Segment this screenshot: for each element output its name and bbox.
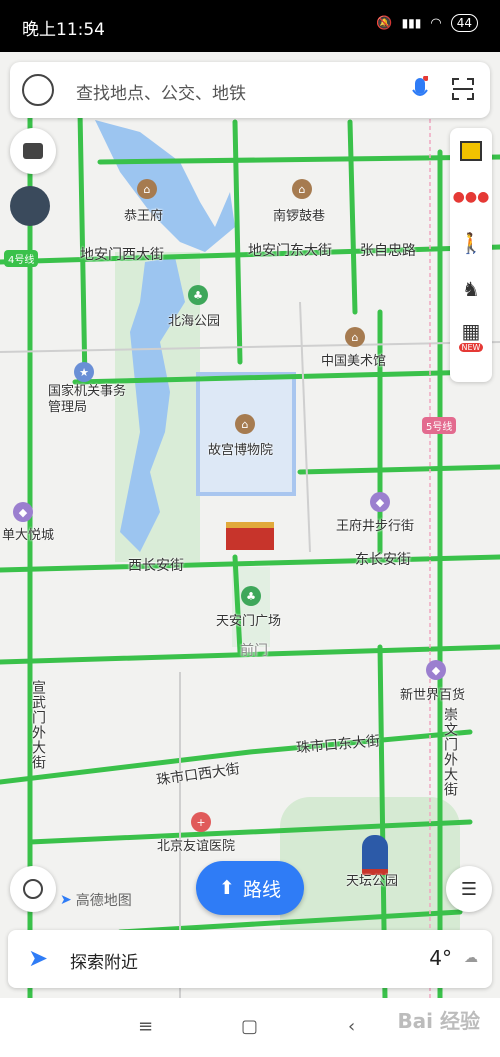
road-line [299,301,311,553]
app-logo: ➤ 高德地图 [60,890,132,910]
menu-key-icon[interactable]: ≡ [138,1016,153,1037]
poi-tiantan[interactable]: 天坛公园 [346,870,398,889]
poi-tiananmen[interactable]: 天安门广场 [216,610,281,629]
back-key-icon[interactable]: ‹ [348,1016,355,1037]
subway-line-badge: 4号线 [4,250,39,267]
layers-icon [460,141,482,161]
locate-icon [23,879,43,899]
bus-icon: ▦ [461,318,481,343]
list-button[interactable]: ☰ [446,866,492,912]
avatar[interactable] [22,74,54,106]
shopping-icon[interactable]: ◆ [13,502,33,522]
new-badge: NEW [458,342,484,352]
forbidden-city [196,372,296,496]
walk-button[interactable]: 🚶 [450,220,492,266]
road-label: 前门 [240,643,268,659]
status-bar: 晚上11:54 🔕 ▮▮▮ ◠ 44 [0,0,500,52]
route-label: 路线 [242,878,281,901]
mute-icon: 🔕 [376,15,393,31]
wifi-icon: ◠ [430,15,442,31]
weather-temp: 4° [429,946,452,970]
home-key-icon[interactable]: ▢ [241,1016,258,1037]
poi-xidanjoy[interactable]: 单大悦城 [2,524,54,543]
ride-button[interactable]: ♞ [450,266,492,312]
mic-icon[interactable] [412,76,428,104]
park-icon[interactable]: ♣ [241,586,261,606]
walk-icon: 🚶 [458,231,484,255]
park-icon[interactable]: ♣ [188,285,208,305]
houhai-lake [95,120,235,252]
poi-meishuguan[interactable]: 中国美术馆 [321,350,386,369]
poi-gongwangfu[interactable]: 恭王府 [124,205,163,224]
layers-button[interactable] [450,128,492,174]
map-view[interactable]: ⌂ 恭王府 ⌂ 南锣鼓巷 ♣ 北海公园 ⌂ 中国美术馆 ★ 国家机关事务管理局 … [0,52,500,998]
send-icon: ➤ [28,944,49,972]
horse-icon: ♞ [462,277,480,301]
route-button[interactable]: ⬆ 路线 [196,861,304,915]
traffic-button[interactable]: ●●● [450,174,492,220]
poi-youyi[interactable]: 北京友谊医院 [157,835,235,854]
road-label: 西长安街 [128,558,184,574]
logo-text: 高德地图 [75,893,132,909]
tiananmen-gate-icon[interactable] [226,522,274,550]
explore-card[interactable]: ➤ 探索附近 4° ☁ [8,930,492,988]
battery-icon: 44 [450,14,478,32]
poi-beihai[interactable]: 北海公园 [168,310,220,329]
road-line [0,341,500,353]
status-time: 晚上11:54 [22,20,105,40]
message-button[interactable] [10,128,56,174]
government-icon[interactable]: ★ [74,362,94,382]
map-toolbar: ●●● 🚶 ♞ ▦ NEW [450,128,492,382]
status-icons: 🔕 ▮▮▮ ◠ 44 [376,14,478,32]
landmark-icon[interactable]: ⌂ [345,327,365,347]
poi-newworld[interactable]: 新世界百货 [400,684,465,703]
signal-icon: ▮▮▮ [401,16,422,30]
road-line [297,464,500,475]
road-label: 宣武门外大街 [30,680,46,770]
hospital-icon[interactable]: + [191,812,211,832]
subway-line-badge: 5号线 [422,417,457,434]
poi-wangfujing[interactable]: 王府井步行街 [336,515,414,534]
temple-of-heaven-icon[interactable] [362,835,388,875]
landmark-icon[interactable]: ⌂ [292,179,312,199]
road-label: 地安门西大街 [80,247,164,263]
road-label: 地安门东大街 [248,243,332,259]
route-arrow-icon: ⬆ [219,877,235,899]
message-icon [23,143,43,159]
hammer-icon[interactable] [10,186,50,226]
locate-button[interactable] [10,866,56,912]
road-label: 张自忠路 [360,243,416,259]
weather-icon: ☁ [464,950,478,966]
poi-nanluoguxiang[interactable]: 南锣鼓巷 [273,205,325,224]
museum-icon[interactable]: ⌂ [235,414,255,434]
scan-icon[interactable] [452,78,474,100]
watermark: Bai 经验 [397,1009,480,1033]
landmark-icon[interactable]: ⌂ [137,179,157,199]
search-bar[interactable]: 查找地点、公交、地铁 [10,62,490,118]
gaode-logo-icon: ➤ [60,892,72,908]
road-label: 东长安街 [355,552,411,568]
list-icon: ☰ [460,878,478,900]
poi-guojiajiguan[interactable]: 国家机关事务管理局 [48,384,128,416]
traffic-icon: ●●● [452,189,490,205]
poi-gugong[interactable]: 故宫博物院 [208,439,273,458]
shopping-icon[interactable]: ◆ [370,492,390,512]
road-label: 崇文门外大街 [442,707,458,797]
bus-button[interactable]: ▦ NEW [450,312,492,358]
shopping-icon[interactable]: ◆ [426,660,446,680]
search-input[interactable]: 查找地点、公交、地铁 [76,79,246,104]
explore-label: 探索附近 [70,953,138,973]
road-line [347,119,358,315]
